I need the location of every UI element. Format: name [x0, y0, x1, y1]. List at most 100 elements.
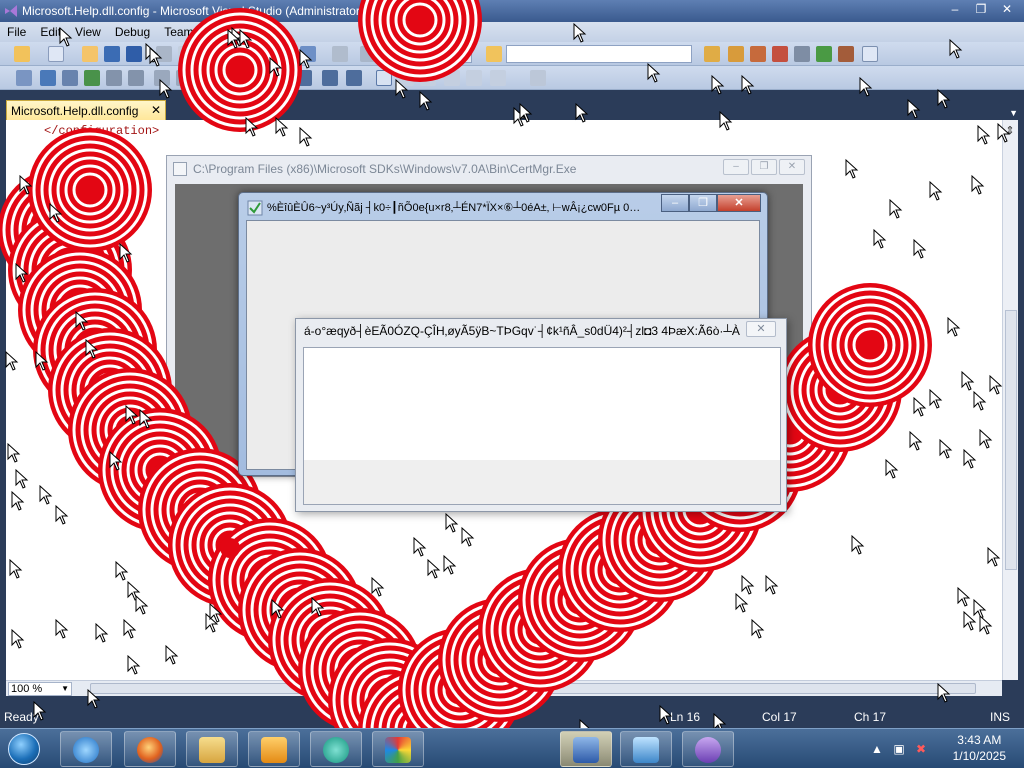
clock-time: 3:43 AM: [957, 733, 1002, 747]
properties-icon[interactable]: [728, 46, 744, 62]
zoom-icon[interactable]: [530, 70, 546, 86]
navigate-forward-icon[interactable]: [332, 46, 348, 62]
vertical-scrollbar[interactable]: [1002, 120, 1018, 680]
taskbar-internet-explorer[interactable]: [60, 731, 112, 767]
add-item-icon[interactable]: [48, 46, 64, 62]
find-combo[interactable]: [506, 45, 692, 63]
solution-explorer-icon[interactable]: [704, 46, 720, 62]
certmgr-close-button[interactable]: ✕: [779, 159, 805, 175]
window-title: Microsoft.Help.dll.config - Microsoft Vi…: [22, 4, 364, 18]
clock[interactable]: 3:43 AM 1/10/2025: [953, 732, 1006, 764]
comment-out-icon[interactable]: [154, 70, 170, 86]
horizontal-scrollbar[interactable]: 100 % ▼: [6, 680, 1002, 696]
save-icon[interactable]: [104, 46, 120, 62]
volume-muted-icon[interactable]: ✖: [914, 742, 928, 756]
certmgr-maximize-button[interactable]: ❐: [751, 159, 777, 175]
display-quick-info-icon[interactable]: [62, 70, 78, 86]
menu-file[interactable]: File: [0, 25, 33, 39]
menu-debug[interactable]: Debug: [108, 25, 157, 39]
start-page-icon[interactable]: [816, 46, 832, 62]
garbled-maximize-button[interactable]: ❐: [689, 194, 717, 212]
vertical-scroll-thumb[interactable]: [1005, 310, 1017, 570]
maximize-button[interactable]: ❐: [968, 1, 994, 19]
internet-explorer-icon: [73, 737, 99, 763]
bookmark-icon[interactable]: [198, 70, 214, 86]
menu-view[interactable]: View: [68, 25, 108, 39]
minimize-button[interactable]: –: [942, 1, 968, 19]
new-project-icon[interactable]: [14, 46, 30, 62]
document-tab[interactable]: Microsoft.Help.dll.config ✕: [6, 100, 166, 120]
start-debugging-icon[interactable]: [360, 46, 376, 62]
close-tab-icon[interactable]: ✕: [151, 103, 161, 117]
show-hidden-icons-icon[interactable]: ▲: [870, 742, 884, 756]
zoom-combo[interactable]: 100 % ▼: [8, 682, 72, 696]
display-object-member-list-icon[interactable]: [16, 70, 32, 86]
copy-icon[interactable]: [178, 46, 194, 62]
object-browser-icon[interactable]: [750, 46, 766, 62]
paste-icon[interactable]: [200, 46, 216, 62]
green-circle-icon: [323, 737, 349, 763]
format-document-icon[interactable]: [296, 70, 312, 86]
windows-logo-icon: [8, 733, 40, 765]
toggle-bookmark-icon[interactable]: [490, 70, 506, 86]
visual-studio-icon: [5, 5, 17, 17]
schema-icon[interactable]: [376, 70, 392, 86]
align-left-icon[interactable]: [322, 70, 338, 86]
taskbar-visual-studio[interactable]: [682, 731, 734, 767]
taskbar-package-app[interactable]: [560, 731, 612, 767]
command-window-icon[interactable]: [862, 46, 878, 62]
next-bookmark-icon[interactable]: [420, 70, 436, 86]
status-ready: Ready: [4, 710, 39, 724]
redo-icon[interactable]: [266, 46, 282, 62]
navigate-backward-icon[interactable]: [300, 46, 316, 62]
taskbar-file-explorer[interactable]: [186, 731, 238, 767]
start-button[interactable]: [2, 731, 52, 767]
taskbar-green-app[interactable]: [310, 731, 362, 767]
decrease-indent-icon[interactable]: [106, 70, 122, 86]
garbled-dialog-close-button[interactable]: ✕: [746, 321, 776, 337]
cut-icon[interactable]: [156, 46, 172, 62]
increase-indent-icon[interactable]: [128, 70, 144, 86]
status-insert-mode: INS: [990, 710, 1011, 724]
colorful-app-icon: [385, 737, 411, 763]
menu-edit[interactable]: Edit: [33, 25, 68, 39]
horizontal-scroll-thumb[interactable]: [90, 683, 976, 694]
taskbar-firefox[interactable]: [124, 731, 176, 767]
solution-configuration-combo[interactable]: [382, 45, 472, 63]
tab-dropdown-icon[interactable]: ▼: [1009, 108, 1018, 118]
extension-manager-icon[interactable]: [838, 46, 854, 62]
package-app-icon: [573, 737, 599, 763]
document-tab-strip: Microsoft.Help.dll.config ✕ ▼: [0, 90, 1024, 120]
text-editor-toolbar: [0, 66, 1024, 90]
open-file-icon[interactable]: [82, 46, 98, 62]
network-icon[interactable]: ▣: [892, 742, 906, 756]
photo-viewer-icon: [633, 737, 659, 763]
find-in-files-icon[interactable]: [486, 46, 502, 62]
taskbar-colorful-app[interactable]: [372, 731, 424, 767]
garbled-minimize-button[interactable]: –: [661, 194, 689, 212]
tools-icon[interactable]: [794, 46, 810, 62]
save-all-icon[interactable]: [126, 46, 142, 62]
split-handle-icon[interactable]: ⇕: [1002, 124, 1018, 138]
undo-icon[interactable]: [234, 46, 250, 62]
close-button[interactable]: ✕: [994, 1, 1020, 19]
format-selection-icon[interactable]: [274, 70, 290, 86]
system-tray: ▲ ▣ ✖ 3:43 AM 1/10/2025: [854, 729, 1024, 768]
previous-bookmark-icon[interactable]: [444, 70, 460, 86]
garbled-dialog[interactable]: á-o°æqyð┤èEÃ0ÓZQ-ÇÎH‚øyÃ5ÿB~TÞGqv˙┤¢k¹ñÂ…: [295, 318, 787, 512]
clear-bookmarks-icon[interactable]: [466, 70, 482, 86]
toolbox-icon[interactable]: [772, 46, 788, 62]
certmgr-minimize-button[interactable]: –: [723, 159, 749, 175]
taskbar-photo-viewer[interactable]: [620, 731, 672, 767]
word-wrap-icon[interactable]: [346, 70, 362, 86]
taskbar-media-player[interactable]: [248, 731, 300, 767]
display-parameter-info-icon[interactable]: [40, 70, 56, 86]
menu-team[interactable]: Team: [157, 25, 200, 39]
title-bar: Microsoft.Help.dll.config - Microsoft Vi…: [0, 0, 1024, 22]
uncomment-icon[interactable]: [176, 70, 192, 86]
menu-bar: File Edit View Debug Team: [0, 22, 1024, 42]
zoom-dropdown-icon[interactable]: ▼: [61, 683, 69, 695]
display-word-completion-icon[interactable]: [84, 70, 100, 86]
xslt-icon[interactable]: [398, 70, 414, 86]
garbled-close-button[interactable]: ✕: [717, 194, 761, 212]
